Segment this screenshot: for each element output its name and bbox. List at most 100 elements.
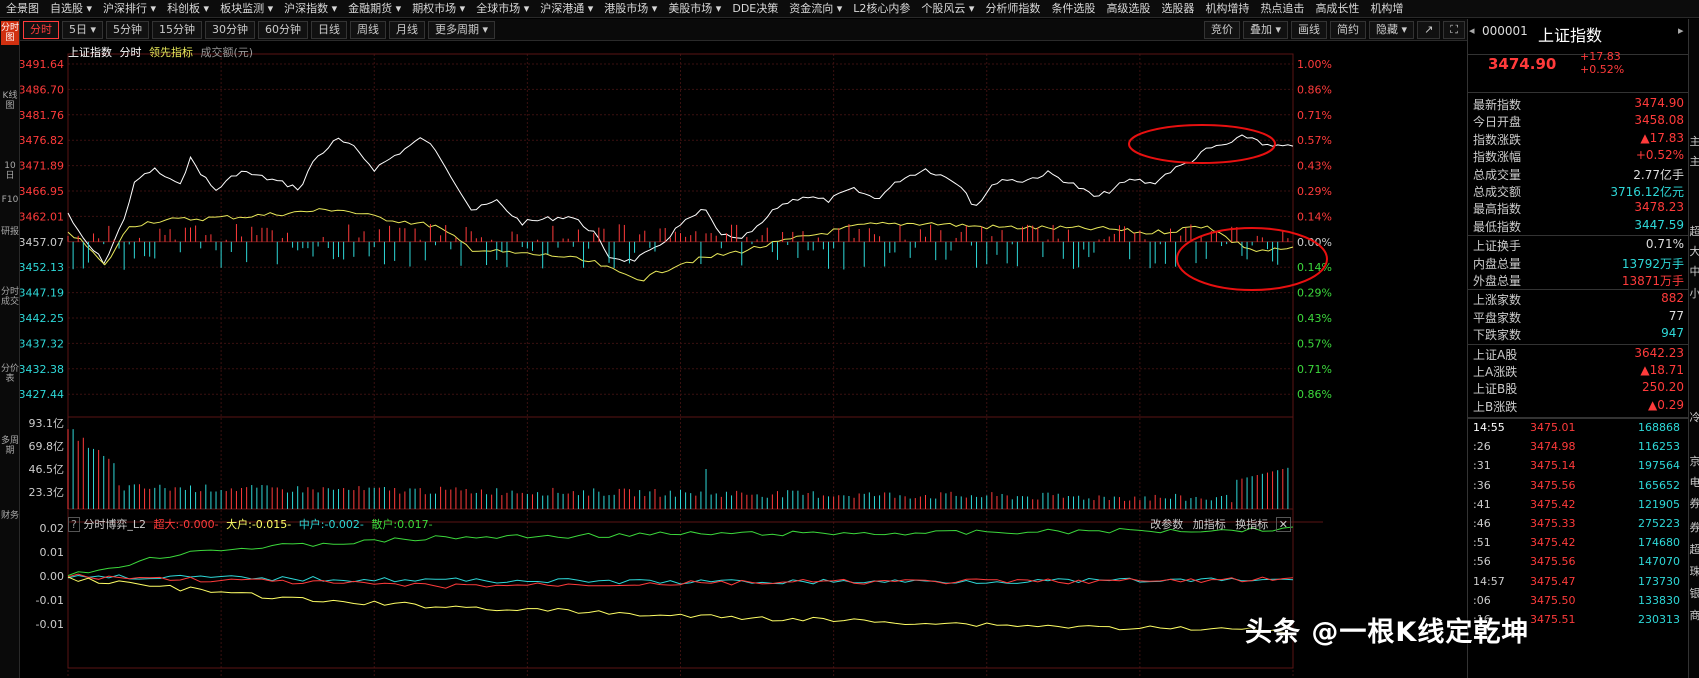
edge-label[interactable]: 大 (1689, 243, 1699, 259)
edge-label[interactable]: 券 (1689, 495, 1699, 511)
menu-item[interactable]: 金融期货 ▾ (342, 0, 406, 17)
menu-item[interactable]: 科创板 ▾ (161, 0, 214, 17)
left-strip-item[interactable]: 研报 (1, 227, 19, 237)
tab-period[interactable]: 周线 (350, 20, 387, 39)
tab-period[interactable]: 30分钟 (205, 20, 256, 39)
tab-period[interactable]: 更多周期 ▾ (428, 20, 496, 39)
edge-label[interactable]: 超 (1689, 541, 1699, 557)
stat-label: 指数涨幅 (1473, 150, 1522, 165)
edge-label[interactable]: 中 (1689, 263, 1699, 279)
edge-label[interactable]: 珠 (1689, 563, 1699, 579)
chart-tool-button[interactable]: 画线 (1291, 21, 1328, 39)
tick-row: 14:55 3475.01 168868 (1468, 421, 1688, 440)
pct-tick: 0.71% (1297, 363, 1332, 376)
stat-value: 13871万手 (1621, 274, 1684, 288)
intraday-chart[interactable]: 3491.64 3486.70 3481.76 3476.82 3471.89 3466.… (20, 41, 1467, 678)
stat-row: 最低指数 3447.59 (1468, 217, 1688, 235)
stat-value: 13792万手 (1621, 256, 1684, 271)
tab-period[interactable]: 日线 (311, 20, 348, 39)
price-tick: 3447.19 (20, 287, 64, 300)
fullscreen-icon[interactable]: ⛶ (1443, 21, 1465, 39)
edge-label[interactable]: 冷 (1689, 409, 1699, 425)
help-icon[interactable]: ? (68, 517, 80, 532)
menu-item[interactable]: 沪深港通 ▾ (534, 0, 598, 17)
edge-label[interactable]: 小 (1689, 285, 1699, 301)
edge-label[interactable]: 券 (1689, 519, 1699, 535)
edge-label[interactable]: 超 (1689, 223, 1699, 239)
menu-item[interactable]: 选股器 (1155, 0, 1199, 17)
tick-time: :31 (1473, 459, 1491, 473)
close-icon[interactable]: ✕ (1275, 517, 1291, 532)
edge-label[interactable]: 主 (1689, 133, 1699, 149)
volume-tick: 69.8亿 (29, 440, 65, 453)
menu-item[interactable]: 沪深指数 ▾ (278, 0, 342, 17)
prev-arrow-icon[interactable]: ◂ (1469, 24, 1475, 37)
menu-item[interactable]: 美股市场 ▾ (662, 0, 726, 17)
menu-item[interactable]: 资金流向 ▾ (783, 0, 847, 17)
menu-item[interactable]: 自选股 ▾ (44, 0, 97, 17)
stat-label: 外盘总量 (1473, 274, 1522, 288)
tick-row: :56 3475.56 147070 (1468, 555, 1688, 574)
menu-item[interactable]: L2核心内参 (847, 0, 915, 17)
left-strip-item[interactable]: 分时图 (1, 21, 19, 45)
left-strip-item[interactable]: 分时成交 (1, 287, 19, 307)
menu-item[interactable]: 板块监测 ▾ (214, 0, 278, 17)
menu-item[interactable]: 港股市场 ▾ (598, 0, 662, 17)
edge-label[interactable]: 京 (1689, 453, 1699, 469)
tick-volume: 275223 (1638, 517, 1680, 530)
switch-indicator-button[interactable]: 换指标 (1235, 518, 1268, 531)
pct-tick: 0.43% (1297, 312, 1332, 325)
tab-period[interactable]: 5分钟 (106, 20, 150, 39)
edit-params-button[interactable]: 改参数 (1150, 518, 1183, 531)
menu-item[interactable]: 分析师指数 (979, 0, 1045, 17)
stat-value: 3458.08 (1634, 113, 1684, 128)
edge-label[interactable]: 银 (1689, 585, 1699, 601)
tick-price: 3475.47 (1530, 574, 1576, 588)
menu-item[interactable]: 期权市场 ▾ (406, 0, 470, 17)
pct-tick: 0.29% (1297, 185, 1332, 198)
tab-period[interactable]: 5日 ▾ (62, 20, 104, 39)
menu-item[interactable]: 机构增 (1364, 0, 1408, 17)
menu-item[interactable]: DDE决策 (726, 0, 783, 17)
tab-period[interactable]: 分时 (23, 20, 59, 39)
menu-item[interactable]: 全球市场 ▾ (470, 0, 534, 17)
menu-item[interactable]: 高成长性 (1309, 0, 1364, 17)
tick-price: 3475.56 (1530, 555, 1576, 569)
tick-volume: 165652 (1638, 478, 1680, 492)
flow-big: 大户:-0.015- (226, 518, 292, 531)
left-strip-item[interactable]: 多周期 (1, 436, 19, 456)
left-strip-item[interactable]: 10日 (1, 161, 19, 181)
menu-item[interactable]: 全景图 (0, 0, 44, 17)
menu-item[interactable]: 条件选股 (1045, 0, 1100, 17)
left-strip-item[interactable]: K线图 (1, 91, 19, 111)
chart-tool-button[interactable]: 简约 (1330, 21, 1367, 39)
menu-item[interactable]: 热点追击 (1254, 0, 1309, 17)
left-strip-item[interactable]: 财务 (1, 511, 19, 521)
legend-lead: 领先指标 (149, 46, 193, 59)
edge-label[interactable]: 电 (1689, 474, 1699, 490)
pct-tick: 0.14% (1297, 210, 1332, 223)
edge-label[interactable]: 商 (1689, 607, 1699, 623)
tab-period[interactable]: 月线 (389, 20, 426, 39)
next-arrow-icon[interactable]: ▸ (1678, 24, 1684, 37)
share-icon[interactable]: ↗ (1417, 21, 1441, 39)
tick-time: :56 (1473, 555, 1491, 569)
left-strip-item[interactable]: F10 (1, 195, 19, 205)
chart-tool-button[interactable]: 隐藏 ▾ (1369, 21, 1415, 39)
chart-tool-button[interactable]: 竞价 (1204, 21, 1241, 39)
add-indicator-button[interactable]: 加指标 (1193, 518, 1226, 531)
stat-row: 今日开盘 3458.08 (1468, 112, 1688, 130)
menu-item[interactable]: 高级选股 (1100, 0, 1155, 17)
tab-period[interactable]: 60分钟 (258, 20, 309, 39)
chart-tool-button[interactable]: 叠加 ▾ (1243, 21, 1289, 39)
price-tick: 3486.70 (20, 83, 64, 96)
menu-item[interactable]: 机构增持 (1199, 0, 1254, 17)
annotation-circle (1128, 124, 1276, 164)
flow-tick: -0.01 (36, 594, 64, 607)
tab-period[interactable]: 15分钟 (152, 20, 203, 39)
menu-item[interactable]: 沪深排行 ▾ (97, 0, 161, 17)
edge-label[interactable]: 主 (1689, 153, 1699, 169)
left-strip-item[interactable]: 分价表 (1, 364, 19, 384)
stat-value: +0.52% (1635, 148, 1684, 163)
menu-item[interactable]: 个股风云 ▾ (915, 0, 979, 17)
